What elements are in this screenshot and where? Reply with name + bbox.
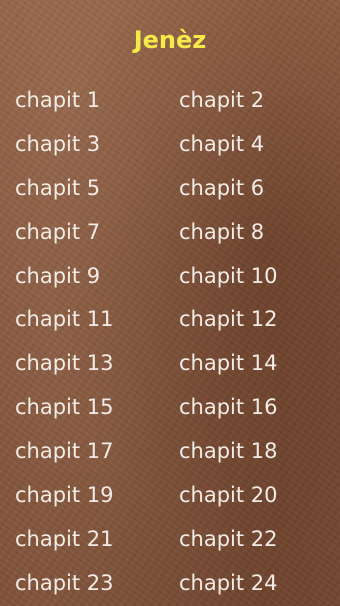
chapter-link-7[interactable]: chapit 7: [15, 218, 100, 246]
chapter-link-24[interactable]: chapit 24: [179, 569, 278, 597]
chapter-link-14[interactable]: chapit 14: [179, 349, 278, 377]
chapter-link-16[interactable]: chapit 16: [179, 393, 278, 421]
chapter-link-17[interactable]: chapit 17: [15, 437, 114, 465]
chapter-link-12[interactable]: chapit 12: [179, 305, 278, 333]
chapter-link-6[interactable]: chapit 6: [179, 174, 264, 202]
chapter-link-1[interactable]: chapit 1: [15, 86, 100, 114]
chapter-row: chapit 17 chapit 18: [0, 429, 340, 473]
chapter-row: chapit 11 chapit 12: [0, 297, 340, 341]
chapter-row: chapit 1 chapit 2: [0, 78, 340, 122]
chapter-row: chapit 15 chapit 16: [0, 385, 340, 429]
chapter-grid: chapit 1 chapit 2 chapit 3 chapit 4 chap…: [0, 78, 340, 605]
chapter-link-9[interactable]: chapit 9: [15, 262, 100, 290]
chapter-link-5[interactable]: chapit 5: [15, 174, 100, 202]
chapter-link-22[interactable]: chapit 22: [179, 525, 278, 553]
chapter-link-10[interactable]: chapit 10: [179, 262, 278, 290]
chapter-link-15[interactable]: chapit 15: [15, 393, 114, 421]
chapter-link-19[interactable]: chapit 19: [15, 481, 114, 509]
chapter-link-3[interactable]: chapit 3: [15, 130, 100, 158]
chapter-row: chapit 21 chapit 22: [0, 517, 340, 561]
chapter-row: chapit 19 chapit 20: [0, 473, 340, 517]
chapter-link-21[interactable]: chapit 21: [15, 525, 114, 553]
chapter-link-8[interactable]: chapit 8: [179, 218, 264, 246]
chapter-link-20[interactable]: chapit 20: [179, 481, 278, 509]
chapter-row: chapit 9 chapit 10: [0, 254, 340, 298]
chapter-link-4[interactable]: chapit 4: [179, 130, 264, 158]
page-title: Jenèz: [133, 26, 207, 54]
chapter-row: chapit 13 chapit 14: [0, 341, 340, 385]
chapter-row: chapit 5 chapit 6: [0, 166, 340, 210]
chapter-row: chapit 7 chapit 8: [0, 210, 340, 254]
chapter-row: chapit 3 chapit 4: [0, 122, 340, 166]
chapter-row: chapit 23 chapit 24: [0, 561, 340, 605]
chapter-link-23[interactable]: chapit 23: [15, 569, 114, 597]
chapter-link-13[interactable]: chapit 13: [15, 349, 114, 377]
chapter-link-2[interactable]: chapit 2: [179, 86, 264, 114]
chapter-link-18[interactable]: chapit 18: [179, 437, 278, 465]
chapter-link-11[interactable]: chapit 11: [15, 305, 114, 333]
